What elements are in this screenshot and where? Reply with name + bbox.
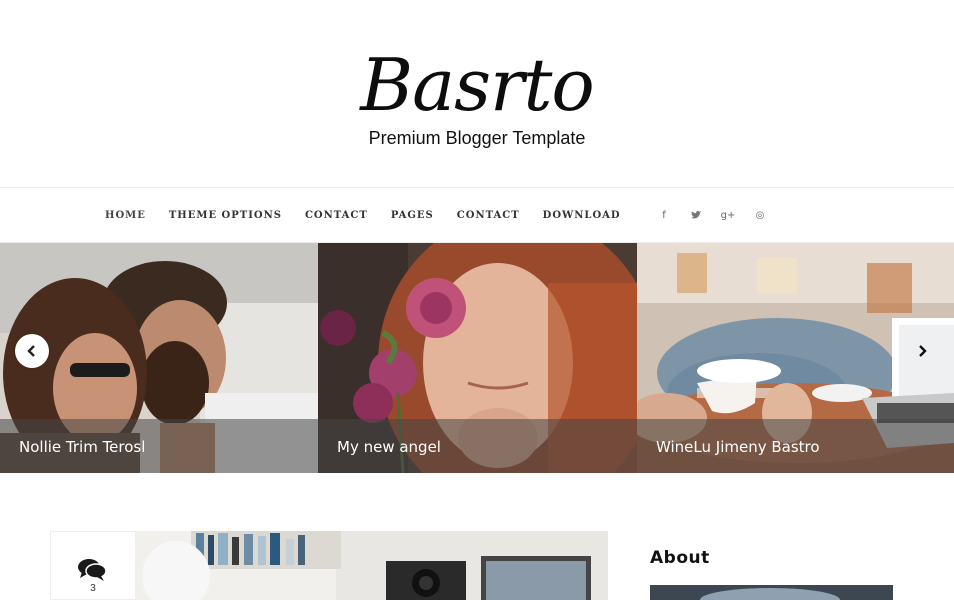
nav-item-pages[interactable]: PAGES <box>391 210 434 221</box>
nav-item-home[interactable]: HOME <box>105 210 146 221</box>
post-meta: 3 <box>50 531 136 600</box>
featured-slider: Nollie Trim Terosl My new angel WineLu J… <box>0 243 954 473</box>
nav-item-contact[interactable]: CONTACT <box>305 210 368 221</box>
twitter-icon[interactable] <box>690 208 702 222</box>
dribbble-icon[interactable]: ◎ <box>754 208 766 222</box>
nav-item-contact-2[interactable]: CONTACT <box>457 210 520 221</box>
main-navigation: HOME THEME OPTIONS CONTACT PAGES CONTACT… <box>0 187 954 243</box>
sidebar-about-title: About <box>650 548 710 568</box>
social-links: f g+ ◎ <box>658 188 786 242</box>
post-card: 3 <box>50 531 608 600</box>
chevron-left-icon <box>27 345 35 357</box>
site-logo[interactable]: Basrto <box>0 40 954 130</box>
slider-prev-button[interactable] <box>15 334 49 368</box>
nav-menu: HOME THEME OPTIONS CONTACT PAGES CONTACT… <box>105 188 644 242</box>
nav-item-theme-options[interactable]: THEME OPTIONS <box>169 210 282 221</box>
comments-icon[interactable] <box>77 558 107 582</box>
slider-next-button[interactable] <box>905 334 939 368</box>
comment-count[interactable]: 3 <box>51 583 135 594</box>
site-header: Basrto Premium Blogger Template <box>0 0 954 187</box>
site-tagline: Premium Blogger Template <box>368 128 586 148</box>
facebook-icon[interactable]: f <box>658 208 670 222</box>
chevron-right-icon <box>919 345 927 357</box>
slide-3-title[interactable]: WineLu Jimeny Bastro <box>656 438 820 456</box>
nav-item-download[interactable]: DOWNLOAD <box>543 210 621 221</box>
slide-1[interactable]: Nollie Trim Terosl <box>0 243 318 473</box>
google-plus-icon[interactable]: g+ <box>721 208 736 222</box>
slide-1-title[interactable]: Nollie Trim Terosl <box>19 438 145 456</box>
slide-2[interactable]: My new angel <box>318 243 637 473</box>
sidebar-about-image <box>650 585 893 600</box>
slide-2-title[interactable]: My new angel <box>337 438 441 456</box>
post-image[interactable] <box>136 531 608 600</box>
